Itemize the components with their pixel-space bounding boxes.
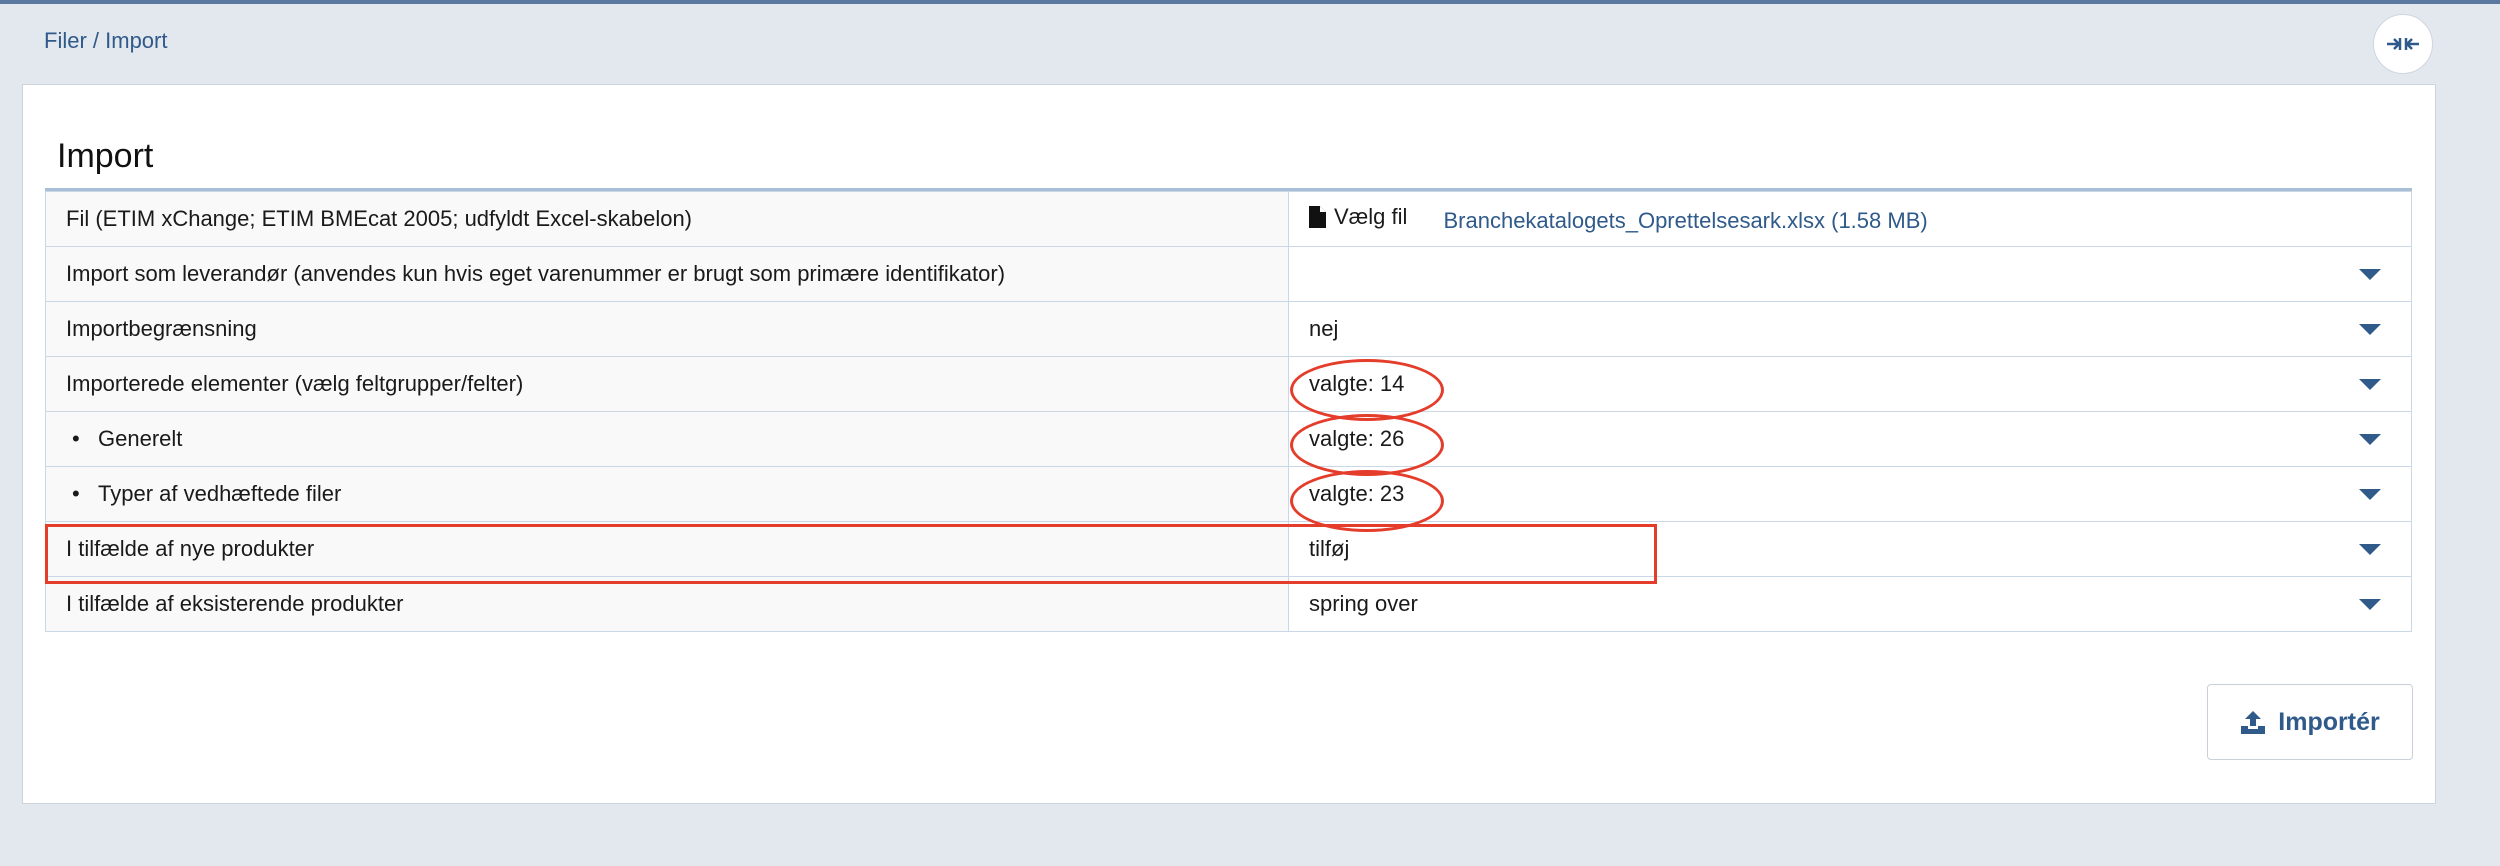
table-row: I tilfælde af eksisterende produkter spr… [45,576,2412,632]
table-row: Importbegrænsning nej [45,301,2412,357]
caret-down-icon [2359,269,2381,280]
import-limit-label: Importbegrænsning [45,301,1289,357]
table-row: Importerede elementer (vælg feltgrupper/… [45,356,2412,412]
existing-products-value: spring over [1309,591,1418,616]
table-row: Import som leverandør (anvendes kun hvis… [45,246,2412,302]
table-row: Fil (ETIM xChange; ETIM BMEcat 2005; udf… [45,191,2412,247]
imported-elements-value: valgte: 14 [1309,371,1405,396]
attachment-types-label-cell: • Typer af vedhæftede filer [45,466,1289,522]
import-limit-value: nej [1309,316,1339,341]
supplier-label: Import som leverandør (anvendes kun hvis… [45,246,1289,302]
collapse-button[interactable] [2373,14,2433,74]
breadcrumb: Filer / Import [44,28,167,54]
new-products-label: I tilfælde af nye produkter [45,521,1289,577]
choose-file-button[interactable]: Vælg fil [1309,204,1407,230]
table-row: • Generelt valgte: 26 [45,411,2412,467]
bullet: • [72,481,80,506]
breadcrumb-separator: / [86,28,106,53]
supplier-select[interactable] [1288,246,2412,302]
page-title: Import [57,137,154,175]
general-label: Generelt [98,426,183,451]
import-button[interactable]: Importér [2207,684,2413,760]
attachment-types-label: Typer af vedhæftede filer [98,481,342,506]
attachment-types-select[interactable]: valgte: 23 [1288,466,2412,522]
breadcrumb-current: Import [105,28,168,53]
choose-file-label: Vælg fil [1334,204,1408,229]
caret-down-icon [2359,544,2381,555]
import-panel: Import Fil (ETIM xChange; ETIM BMEcat 20… [22,84,2436,804]
existing-products-label: I tilfælde af eksisterende produkter [45,576,1289,632]
attachment-types-value: valgte: 23 [1309,481,1405,506]
file-label: Fil (ETIM xChange; ETIM BMEcat 2005; udf… [45,191,1289,247]
file-icon [1309,206,1326,228]
import-form-table: Fil (ETIM xChange; ETIM BMEcat 2005; udf… [45,191,2412,632]
caret-down-icon [2359,379,2381,390]
collapse-arrows-icon [2387,38,2419,50]
import-limit-select[interactable]: nej [1288,301,2412,357]
imported-elements-label: Importerede elementer (vælg feltgrupper/… [45,356,1289,412]
top-accent-line [0,0,2500,4]
selected-file-link[interactable]: Branchekatalogets_Oprettelsesark.xlsx (1… [1443,208,1927,233]
caret-down-icon [2359,489,2381,500]
general-label-cell: • Generelt [45,411,1289,467]
table-row: • Typer af vedhæftede filer valgte: 23 [45,466,2412,522]
general-value: valgte: 26 [1309,426,1405,451]
caret-down-icon [2359,599,2381,610]
file-value-cell: Vælg fil Branchekatalogets_Oprettelsesar… [1288,191,2412,247]
import-button-label: Importér [2278,707,2380,736]
upload-icon [2241,711,2266,734]
table-row: I tilfælde af nye produkter tilføj [45,521,2412,577]
caret-down-icon [2359,434,2381,445]
bullet: • [72,426,80,451]
breadcrumb-files-link[interactable]: Filer [44,28,87,53]
caret-down-icon [2359,324,2381,335]
imported-elements-select[interactable]: valgte: 14 [1288,356,2412,412]
new-products-value: tilføj [1309,536,1350,561]
general-select[interactable]: valgte: 26 [1288,411,2412,467]
existing-products-select[interactable]: spring over [1288,576,2412,632]
new-products-select[interactable]: tilføj [1288,521,2412,577]
